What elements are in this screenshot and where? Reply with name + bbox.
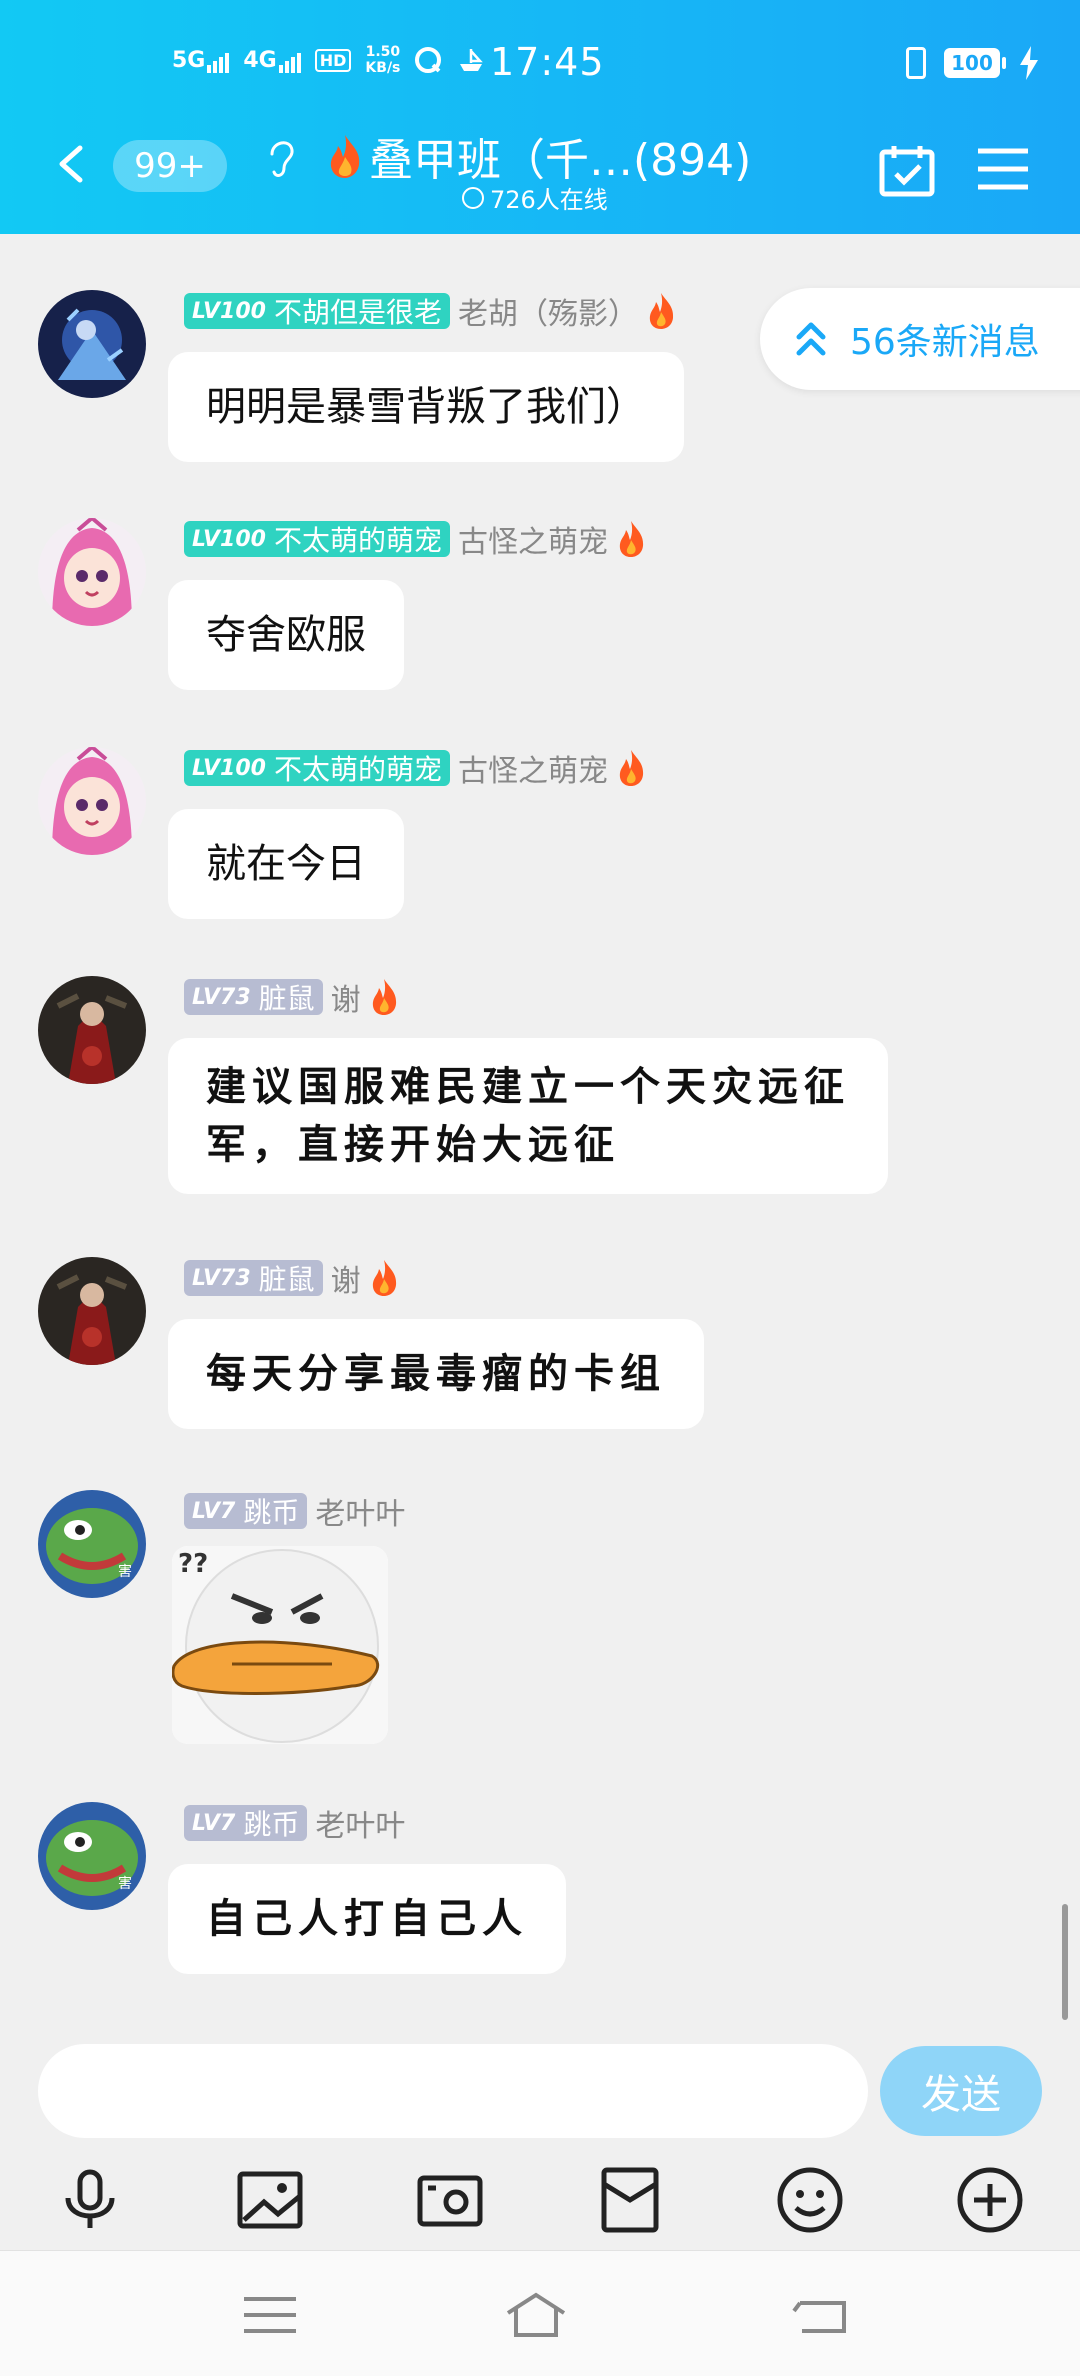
status-left: 5G 4G HD 1.50 KB/s	[172, 44, 486, 76]
net1-label: 5G	[172, 47, 206, 73]
nickname[interactable]: 老胡（殇影）	[458, 289, 638, 333]
level-badge: LV73 脏鼠	[184, 979, 323, 1015]
nickname[interactable]: 老叶叶	[315, 1489, 405, 1533]
message-bubble[interactable]: 就在今日	[168, 809, 404, 919]
flame-icon	[372, 1260, 396, 1296]
nav-bar: 99+ 叠甲班（千…(894) 726人在线	[0, 120, 1080, 220]
home-icon[interactable]	[504, 2289, 568, 2341]
message-list[interactable]: LV100 不胡但是很老 老胡（殇影） 明明是暴雪背叛了我们） LV100 不太萌的…	[0, 234, 1080, 2022]
sender-meta: LV7 跳币 老叶叶	[184, 1489, 405, 1533]
avatar[interactable]	[38, 976, 146, 1084]
message-bubble[interactable]: 建议国服难民建立一个天灾远征 军，直接开始大远征	[168, 1038, 888, 1194]
message-bubble[interactable]: 夺舍欧服	[168, 580, 404, 690]
signal-5g-icon: 5G	[172, 47, 230, 73]
message-bubble[interactable]: 每天分享最毒瘤的卡组	[168, 1319, 704, 1429]
sender-meta: LV100 不胡但是很老 老胡（殇影）	[184, 289, 676, 333]
hd-icon: HD	[314, 48, 352, 72]
signal-4g-icon: 4G	[243, 47, 301, 73]
avatar[interactable]	[38, 747, 146, 855]
nickname[interactable]: 古怪之萌宠	[458, 517, 608, 561]
nickname[interactable]: 谢	[331, 975, 361, 1019]
back-arrow-icon[interactable]	[52, 144, 92, 184]
clock: 17:45	[490, 40, 605, 84]
double-chevron-up-icon	[796, 322, 826, 356]
message-line: 建议国服难民建立一个天灾远征	[206, 1063, 850, 1110]
svg-text:??: ??	[178, 1549, 208, 1579]
level-badge: LV7 跳币	[184, 1493, 308, 1529]
group-title-text: 叠甲班（千…(894)	[369, 135, 752, 186]
message-bubble[interactable]: 明明是暴雪背叛了我们）	[168, 352, 684, 462]
speed-value: 1.50	[365, 44, 401, 60]
vibrate-icon	[906, 47, 926, 79]
nickname[interactable]: 谢	[331, 1256, 361, 1300]
avatar[interactable]	[38, 1257, 146, 1365]
speed-unit: KB/s	[365, 60, 401, 76]
sticker-image[interactable]: ??	[172, 1546, 388, 1744]
flame-icon	[649, 293, 674, 329]
sender-meta: LV7 跳币 老叶叶	[184, 1801, 405, 1845]
camera-icon[interactable]	[414, 2164, 486, 2236]
send-button[interactable]: 发送	[880, 2046, 1042, 2136]
status-right: 100	[906, 46, 1040, 80]
plus-icon[interactable]	[954, 2164, 1026, 2236]
new-messages-label: 56条新消息	[850, 322, 1040, 363]
sender-meta: LV73 脏鼠 谢	[184, 1256, 399, 1300]
group-title[interactable]: 叠甲班（千…(894)	[325, 124, 751, 188]
fire-icon	[330, 135, 360, 178]
level-badge: LV100 不太萌的萌宠	[184, 750, 450, 786]
input-bar: 发送	[0, 2022, 1080, 2250]
flame-icon	[619, 521, 644, 557]
avatar[interactable]	[38, 518, 146, 626]
unread-badge[interactable]: 99+	[113, 140, 227, 192]
flame-icon	[372, 979, 396, 1015]
sender-meta: LV100 不太萌的萌宠 古怪之萌宠	[184, 517, 646, 561]
avatar[interactable]: 害	[38, 1490, 146, 1598]
red-packet-icon[interactable]	[594, 2164, 666, 2236]
sender-meta: LV100 不太萌的萌宠 古怪之萌宠	[184, 746, 646, 790]
app-q-icon	[415, 47, 442, 73]
battery-icon: 100	[944, 48, 1006, 78]
message-input[interactable]	[38, 2044, 868, 2138]
new-messages-button[interactable]: 56条新消息	[760, 288, 1080, 390]
level-badge: LV73 脏鼠	[184, 1260, 323, 1296]
image-icon[interactable]	[234, 2164, 306, 2236]
online-ring-icon	[462, 186, 484, 209]
checkin-calendar-icon[interactable]	[878, 142, 936, 198]
nickname[interactable]: 老叶叶	[315, 1801, 405, 1845]
status-bar: 5G 4G HD 1.50 KB/s 17:45 100	[0, 40, 1080, 90]
back-icon[interactable]	[790, 2289, 854, 2341]
boat-icon	[460, 49, 484, 71]
message-line: 军，直接开始大远征	[206, 1121, 620, 1168]
system-nav-bar	[0, 2250, 1080, 2376]
level-badge: LV100 不胡但是很老	[184, 293, 450, 329]
menu-icon[interactable]	[976, 146, 1030, 192]
recent-apps-icon[interactable]	[238, 2289, 302, 2341]
level-badge: LV100 不太萌的萌宠	[184, 521, 450, 557]
scrollbar[interactable]	[1062, 1904, 1068, 2020]
sender-meta: LV73 脏鼠 谢	[184, 975, 399, 1019]
avatar[interactable]: 害	[38, 1802, 146, 1910]
svg-text:害: 害	[118, 1564, 132, 1580]
online-text: 726人在线	[490, 186, 608, 214]
chat-header: 5G 4G HD 1.50 KB/s 17:45 100 99+ 叠甲班（千…(…	[0, 0, 1080, 234]
ear-icon[interactable]	[264, 132, 298, 182]
net-speed: 1.50 KB/s	[365, 44, 400, 76]
level-badge: LV7 跳币	[184, 1805, 308, 1841]
flame-icon	[619, 750, 644, 786]
message-bubble[interactable]: 自己人打自己人	[168, 1864, 566, 1974]
nickname[interactable]: 古怪之萌宠	[458, 746, 608, 790]
svg-text:害: 害	[118, 1876, 132, 1892]
online-count: 726人在线	[462, 180, 608, 215]
emoji-icon[interactable]	[774, 2164, 846, 2236]
avatar[interactable]	[38, 290, 146, 398]
microphone-icon[interactable]	[54, 2164, 126, 2236]
net2-label: 4G	[243, 47, 277, 73]
charging-icon	[1020, 46, 1038, 80]
